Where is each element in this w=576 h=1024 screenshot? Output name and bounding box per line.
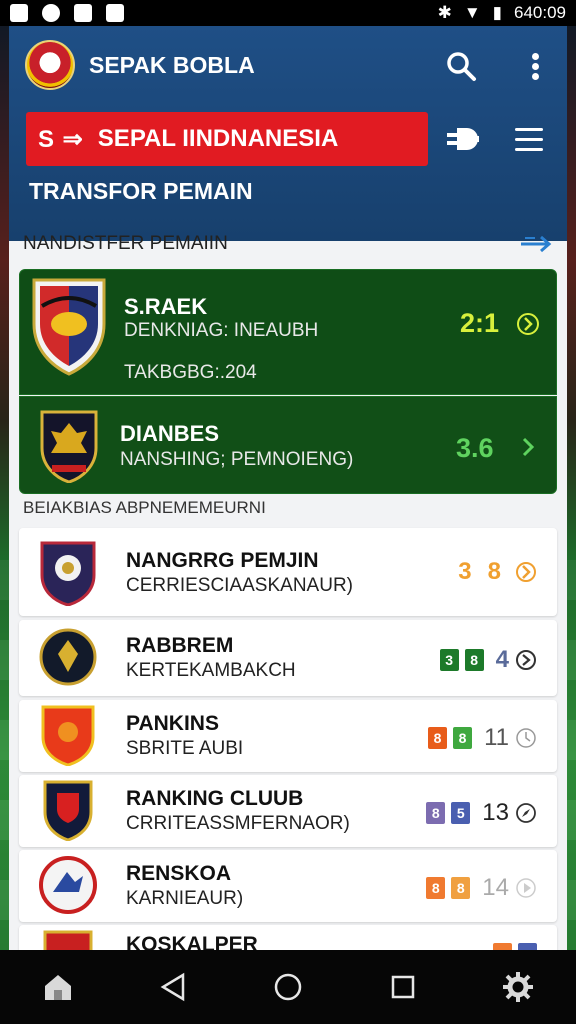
chevron-right-icon[interactable] (516, 435, 540, 459)
back-icon[interactable] (153, 967, 193, 1007)
compass-icon[interactable] (515, 802, 537, 824)
stat-badge: 8 (426, 877, 446, 899)
section-header-transfer: NANDISTFER PEMAIIN (9, 224, 567, 264)
club-detail-secondary: TAKBGBG:.204 (124, 362, 257, 383)
list-item[interactable]: NANGRRG PEMJIN CERRIESCIAASKANAUR) 3 8 (19, 528, 557, 616)
stat-badge: 8 (453, 727, 473, 749)
list-item[interactable]: RABBREM KERTEKAMBAKCH 3 8 4 (19, 620, 557, 696)
club-detail: KERTEKAMBAKCH (126, 660, 296, 681)
stat-badge: 5 (451, 802, 471, 824)
club-crest-icon (43, 780, 93, 841)
messenger-icon (42, 4, 60, 22)
list-item[interactable]: KOSKALPER (19, 925, 557, 950)
gallery-icon (74, 4, 92, 22)
stat-badge: 8 (426, 802, 446, 824)
section-title: NANDISTFER PEMAIIN (23, 233, 228, 254)
home-icon[interactable] (38, 967, 78, 1007)
banner-mark: S ⇒ (38, 125, 84, 153)
item-meta (493, 943, 537, 950)
app-logo (25, 40, 75, 90)
item-meta: 3 8 (458, 558, 537, 586)
app-window: SEPAK BOBLA S ⇒ SEPAL IINDNANESIA TRANSF… (9, 26, 567, 950)
club-crest-icon (40, 541, 96, 606)
stat-value: 3 (458, 558, 472, 585)
club-name: RANKING CLUUB (126, 787, 304, 810)
circle-arrow-icon[interactable] (515, 649, 537, 671)
banner-title: SEPAL IINDNANESIA (97, 125, 339, 152)
club-name: RABBREM (126, 634, 234, 657)
battery-icon: ▮ (492, 3, 502, 22)
recents-icon[interactable] (383, 967, 423, 1007)
stat-badge: 8 (464, 649, 484, 671)
club-detail: CERRIESCIAASKANAUR) (126, 575, 353, 596)
page-subtitle: TRANSFOR PEMAIN (29, 178, 253, 204)
featured-transfer-card[interactable]: S.RAEK DENKNIAG: INEAUBH TAKBGBG:.204 2:… (19, 269, 557, 395)
club-name: RENSKOA (126, 862, 232, 885)
league-banner[interactable]: S ⇒ SEPAL IINDNANESIA (26, 112, 428, 166)
stat-badge: 8 (451, 877, 471, 899)
navigation-bar (0, 950, 576, 1024)
more-vert-icon[interactable] (523, 50, 547, 82)
club-crest-icon (32, 278, 106, 376)
item-meta: 3 8 4 (439, 646, 537, 674)
top-bar: SEPAK BOBLA (9, 26, 567, 108)
app-title: SEPAK BOBLA (89, 52, 255, 78)
stat-value: 8 (487, 558, 501, 585)
club-crest-icon (40, 410, 98, 483)
club-detail: DENKNIAG: INEAUBH (124, 320, 319, 341)
club-name: DIANBES (120, 421, 220, 446)
wifi-icon: ▼ (463, 3, 481, 22)
club-crest-icon (43, 930, 93, 950)
list-item[interactable]: RANKING CLUUB CRRITEASSMFERNAOR) 8 5 13 (19, 775, 557, 847)
clock-icon[interactable] (515, 727, 537, 749)
chevron-right-icon[interactable] (515, 561, 537, 583)
club-crest-icon (39, 856, 97, 914)
clock: 640:09 (514, 3, 566, 22)
club-name: PANKINS (126, 712, 219, 735)
list-item[interactable]: PANKINS SBRITE AUBI 8 8 11 (19, 700, 557, 772)
club-name: NANGRRG PEMJIN (126, 549, 319, 572)
settings-icon[interactable] (498, 967, 538, 1007)
arrow-right-icon[interactable] (519, 234, 553, 254)
rank-value: 14 (482, 874, 509, 901)
club-crest-icon (41, 705, 95, 766)
bluetooth-icon: ✱ (437, 3, 452, 22)
rank-value: 11 (484, 724, 509, 751)
club-detail: NANSHING; PEMNOIENG) (120, 449, 354, 470)
item-meta: 8 5 13 (426, 799, 537, 827)
club-detail: KARNIEAUR) (126, 888, 244, 909)
notification-icon (10, 4, 28, 22)
menu-icon[interactable] (515, 128, 543, 152)
club-detail: SBRITE AUBI (126, 738, 244, 759)
club-name: S.RAEK (124, 294, 208, 319)
section-header-ranking: BEIAKBIAS ABPNEMEMEURNI (23, 498, 266, 517)
search-icon[interactable] (445, 50, 477, 82)
featured-transfer-card[interactable]: DIANBES NANSHING; PEMNOIENG) 3.6 (19, 396, 557, 494)
status-bar: ✱ ▼ ▮ 640:09 (0, 0, 576, 26)
rank-value: 4 (495, 646, 509, 673)
list-item[interactable]: RENSKOA KARNIEAUR) 8 8 14 (19, 850, 557, 922)
filter-icon[interactable] (443, 124, 483, 154)
item-meta: 8 8 14 (426, 874, 537, 902)
play-icon[interactable] (515, 877, 537, 899)
stat-badge: 3 (439, 649, 459, 671)
club-name: KOSKALPER (126, 933, 258, 950)
tag-icon (106, 4, 124, 22)
stat-badge (518, 943, 537, 950)
club-crest-icon (39, 628, 97, 686)
item-meta: 8 8 11 (428, 724, 537, 752)
score: 3.6 (456, 433, 494, 463)
chevron-right-icon[interactable] (516, 312, 540, 336)
club-detail: CRRITEASSMFERNAOR) (126, 813, 350, 834)
rank-value: 13 (482, 799, 509, 826)
app-header: SEPAK BOBLA S ⇒ SEPAL IINDNANESIA TRANSF… (9, 26, 567, 241)
score: 2:1 (460, 308, 500, 338)
home-circle-icon[interactable] (268, 967, 308, 1007)
stat-badge: 8 (428, 727, 448, 749)
stat-badge (493, 943, 512, 950)
